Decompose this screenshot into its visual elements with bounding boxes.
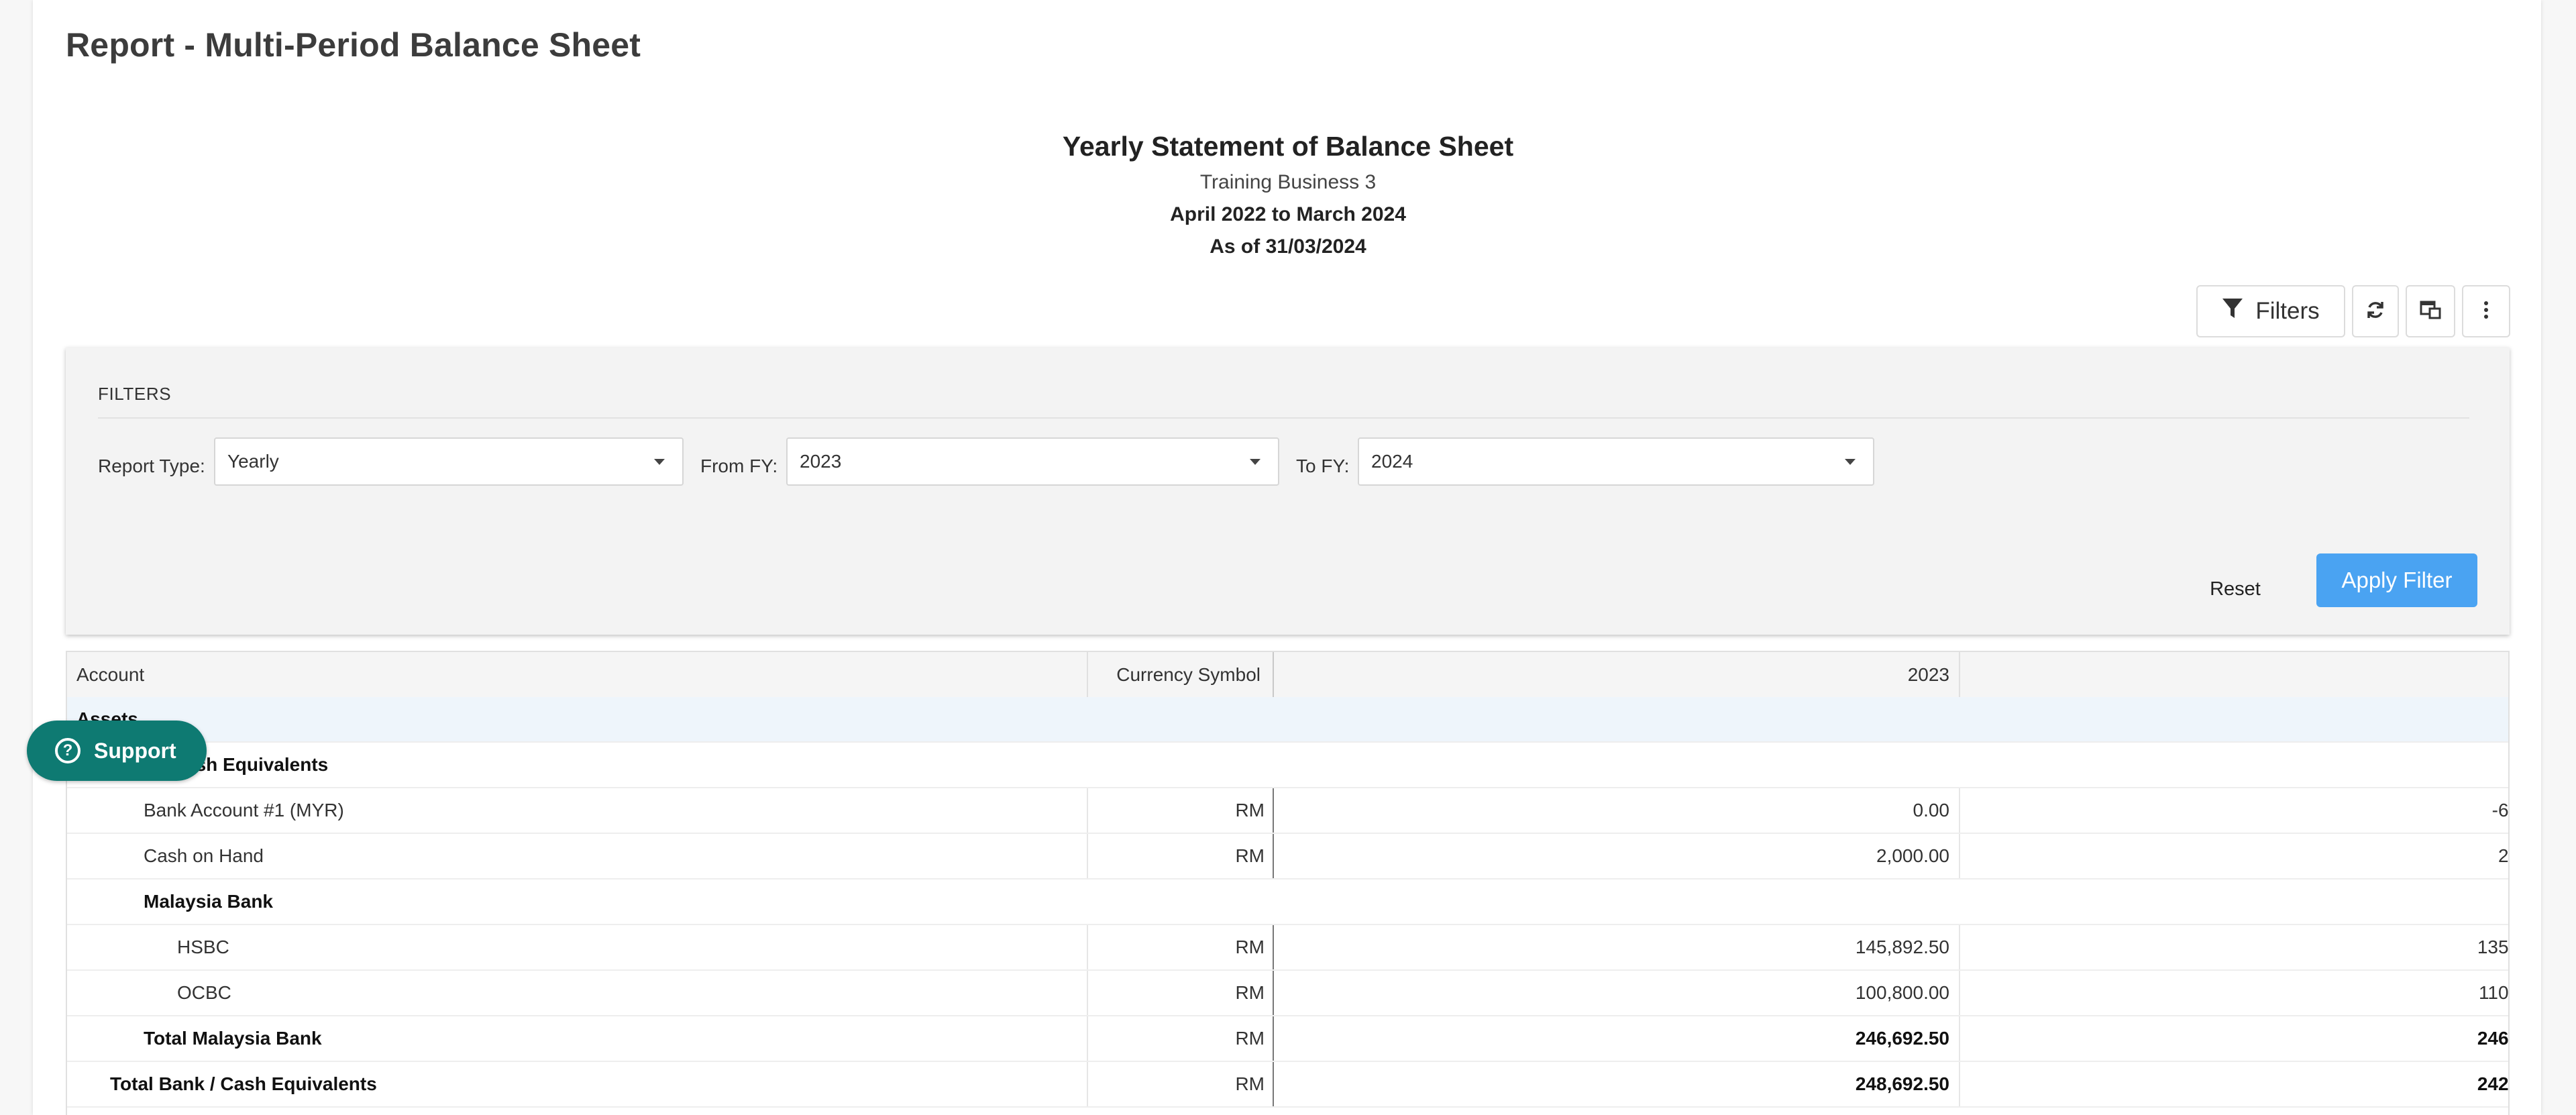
account-cell: Bank Account #1 (MYR): [144, 800, 344, 820]
value-2023-cell: 100,800.00: [1855, 982, 1949, 1003]
value-2023-cell: 145,892.50: [1855, 937, 1949, 957]
value-2024-cell: 2,000.00: [2498, 845, 2509, 866]
report-header: Yearly Statement of Balance Sheet Traini…: [0, 129, 2576, 263]
table-row[interactable]: Malaysia Bank: [67, 880, 2508, 925]
value-2024-cell: 110,800.00: [2478, 982, 2509, 1003]
balance-sheet-grid: Account Currency Symbol 2023 2024 Assets…: [66, 651, 2510, 1115]
chevron-down-icon: [1845, 459, 1856, 465]
page-title: Report - Multi-Period Balance Sheet: [66, 26, 641, 64]
column-divider: [1273, 652, 1274, 697]
account-cell: OCBC: [177, 982, 231, 1003]
cell-divider: [1959, 971, 1960, 1015]
cell-divider: [1959, 1016, 1960, 1061]
value-2023-cell: 248,692.50: [1855, 1073, 1949, 1094]
support-button[interactable]: ? Support: [27, 721, 207, 781]
table-row[interactable]: HSBC RM 145,892.50 135,892.50: [67, 925, 2508, 971]
currency-cell: RM: [1235, 800, 1265, 820]
filters-button-label: Filters: [2255, 298, 2320, 324]
cell-divider: [1273, 834, 1274, 878]
value-2024-cell: 246,692.50: [2477, 1028, 2509, 1049]
filter-icon: [2222, 297, 2243, 326]
value-2023-cell: 0.00: [1913, 800, 1950, 820]
report-period: April 2022 to March 2024: [1170, 203, 1406, 225]
table-row[interactable]: Total Bank / Cash Equivalents RM 248,692…: [67, 1062, 2508, 1108]
column-header-account[interactable]: Account: [76, 652, 144, 697]
from-fy-label: From FY:: [700, 456, 778, 476]
cell-divider: [1273, 1016, 1274, 1061]
account-cell: Total Bank / Cash Equivalents: [110, 1073, 377, 1094]
filter-panel: FILTERS Report Type: Yearly From FY: 202…: [66, 348, 2510, 635]
column-header-currency[interactable]: Currency Symbol: [1087, 652, 1260, 697]
grid-header: Account Currency Symbol 2023 2024: [67, 652, 2508, 698]
chevron-down-icon: [1250, 459, 1260, 465]
value-2024-cell: -6,300.00: [2491, 800, 2509, 820]
cell-divider: [1273, 1062, 1274, 1106]
cell-divider: [1273, 925, 1274, 969]
column-header-2023[interactable]: 2023: [1275, 652, 1949, 697]
support-label: Support: [94, 738, 176, 763]
currency-cell: RM: [1235, 845, 1265, 866]
filters-divider: [98, 417, 2469, 419]
cell-divider: [1959, 788, 1960, 833]
from-fy-select[interactable]: 2023: [786, 437, 1279, 486]
table-row[interactable]: Bank / Cash Equivalents: [67, 743, 2508, 788]
column-header-2024[interactable]: 2024: [1966, 652, 2508, 697]
table-row[interactable]: Assets: [67, 697, 2508, 743]
business-name: Training Business 3: [1199, 171, 1377, 193]
to-fy-value: 2024: [1371, 451, 1413, 472]
table-row[interactable]: Total Malaysia Bank RM 246,692.50 246,69…: [67, 1016, 2508, 1062]
cell-divider: [1959, 1062, 1960, 1106]
currency-cell: RM: [1235, 1073, 1265, 1094]
account-cell: Total Malaysia Bank: [144, 1028, 322, 1049]
cell-divider: [1959, 834, 1960, 878]
column-divider: [1959, 652, 1960, 697]
refresh-button[interactable]: [2352, 285, 2399, 337]
help-icon: ?: [55, 738, 80, 763]
currency-cell: RM: [1235, 937, 1265, 957]
chevron-down-icon: [654, 459, 665, 465]
currency-cell: RM: [1235, 982, 1265, 1003]
account-cell: Cash on Hand: [144, 845, 264, 866]
to-fy-label: To FY:: [1296, 456, 1350, 476]
table-row[interactable]: Bank Account #1 (MYR) RM 0.00 -6,300.00: [67, 788, 2508, 834]
cell-divider: [1273, 788, 1274, 833]
value-2024-cell: 135,892.50: [2477, 937, 2509, 957]
table-row[interactable]: Cash on Hand RM 2,000.00 2,000.00: [67, 834, 2508, 880]
currency-cell: RM: [1235, 1028, 1265, 1049]
columns-button[interactable]: [2406, 285, 2455, 337]
report-type-label: Report Type:: [98, 456, 205, 476]
report-type-value: Yearly: [227, 451, 279, 472]
account-cell: Malaysia Bank: [144, 891, 273, 912]
cell-divider: [1959, 925, 1960, 969]
column-divider: [1087, 652, 1088, 697]
refresh-icon: [2365, 300, 2385, 323]
report-title: Yearly Statement of Balance Sheet: [1062, 131, 1514, 162]
more-vertical-icon: [2483, 300, 2489, 323]
to-fy-select[interactable]: 2024: [1358, 437, 1874, 486]
table-row[interactable]: OCBC RM 100,800.00 110,800.00: [67, 971, 2508, 1016]
value-2023-cell: 2,000.00: [1876, 845, 1949, 866]
apply-filter-button[interactable]: Apply Filter: [2316, 553, 2477, 607]
more-options-button[interactable]: [2462, 285, 2510, 337]
cell-divider: [1273, 971, 1274, 1015]
filters-button[interactable]: Filters: [2196, 285, 2345, 337]
filters-heading: FILTERS: [98, 384, 172, 404]
value-2024-cell: 242,392.50: [2477, 1073, 2509, 1094]
columns-icon: [2420, 300, 2441, 323]
as-of-date: As of 31/03/2024: [1210, 235, 1366, 258]
reset-button[interactable]: Reset: [2192, 569, 2278, 609]
from-fy-value: 2023: [800, 451, 842, 472]
value-2023-cell: 246,692.50: [1855, 1028, 1949, 1049]
report-type-select[interactable]: Yearly: [214, 437, 684, 486]
account-cell: HSBC: [177, 937, 229, 957]
